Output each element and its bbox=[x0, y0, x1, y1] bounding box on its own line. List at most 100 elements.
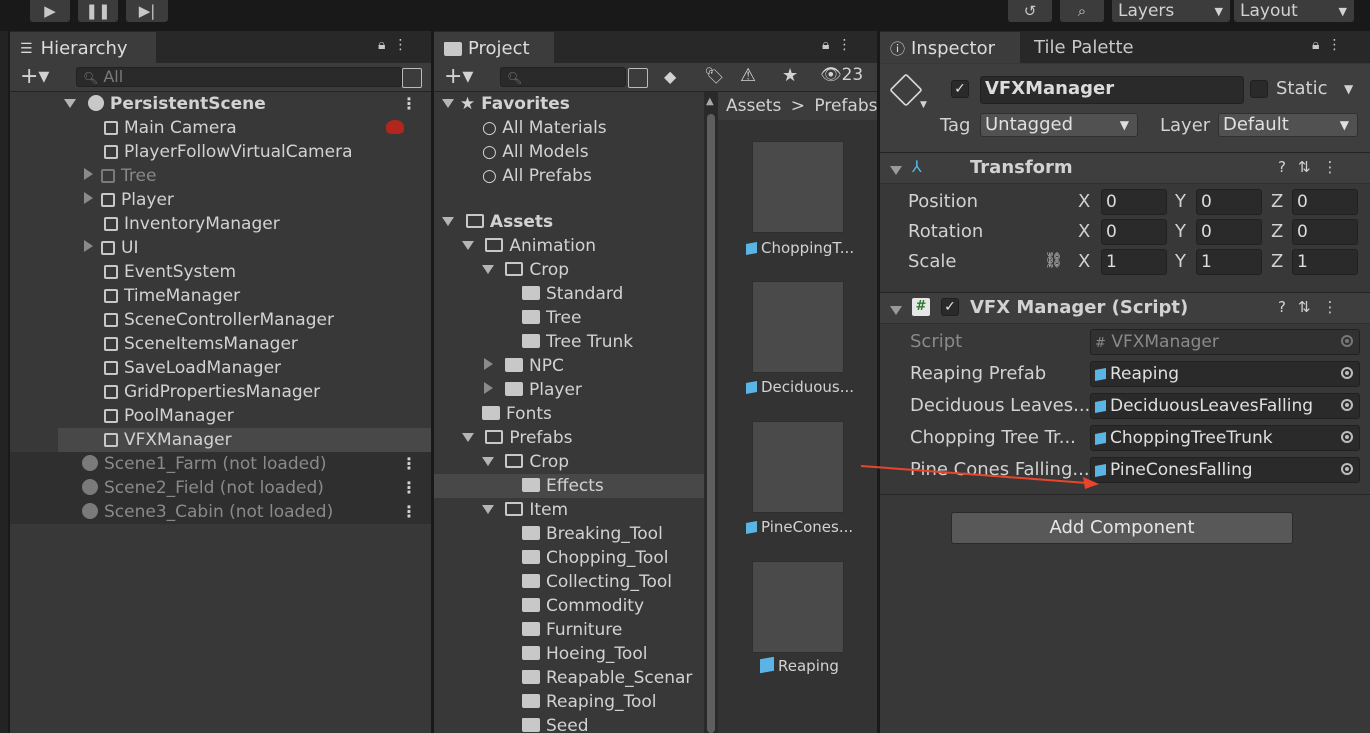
tree-item[interactable]: Player bbox=[434, 378, 704, 402]
asset-label[interactable]: PineCones... bbox=[746, 518, 876, 536]
add-icon[interactable]: +▾ bbox=[444, 64, 473, 89]
hierarchy-item[interactable]: EventSystem bbox=[10, 260, 431, 284]
rotation-z-input[interactable]: 0 bbox=[1292, 219, 1358, 245]
scale-z-input[interactable]: 1 bbox=[1292, 249, 1358, 275]
hierarchy-item[interactable]: SaveLoadManager bbox=[10, 356, 431, 380]
hierarchy-item[interactable]: TimeManager bbox=[10, 284, 431, 308]
hierarchy-item[interactable]: PoolManager bbox=[10, 404, 431, 428]
expand-arrow-icon[interactable] bbox=[482, 505, 494, 514]
lock-menu-icons[interactable]: 🔒︎⋮ bbox=[1312, 37, 1349, 53]
scrollbar-thumb[interactable] bbox=[707, 114, 715, 733]
expand-arrow-icon[interactable] bbox=[482, 457, 494, 466]
filter-type-icon[interactable]: ◆ bbox=[664, 67, 676, 86]
tree-item[interactable]: Crop bbox=[434, 450, 704, 474]
gameobject-icon[interactable] bbox=[889, 73, 923, 107]
tag-dropdown[interactable]: Untagged ▼ bbox=[980, 113, 1138, 137]
component-enabled-checkbox[interactable]: ✓ bbox=[941, 298, 959, 316]
hierarchy-item[interactable]: Player bbox=[10, 188, 431, 212]
scale-y-input[interactable]: 1 bbox=[1196, 249, 1262, 275]
script-header[interactable]: # ✓ VFX Manager (Script) ?⇅⋮ bbox=[880, 292, 1370, 324]
tree-item[interactable]: ○ All Prefabs bbox=[434, 164, 704, 188]
step-button[interactable]: ▶| bbox=[126, 0, 168, 22]
scene-row-persistent[interactable]: PersistentScene ⋮ bbox=[10, 92, 431, 116]
add-component-button[interactable]: Add Component bbox=[951, 512, 1293, 544]
rotation-x-input[interactable]: 0 bbox=[1101, 219, 1167, 245]
tree-item[interactable]: Animation bbox=[434, 234, 704, 258]
lock-menu-icons[interactable]: 🔒︎⋮ bbox=[822, 37, 859, 53]
expand-arrow-icon[interactable] bbox=[462, 433, 474, 442]
collapse-arrow-icon[interactable] bbox=[890, 301, 902, 321]
tree-item[interactable]: Collecting_Tool bbox=[434, 570, 704, 594]
tree-item[interactable]: Seed bbox=[434, 714, 704, 733]
visibility-count[interactable]: 👁︎23 bbox=[820, 65, 863, 85]
active-checkbox[interactable]: ✓ bbox=[951, 80, 969, 98]
tree-item[interactable]: Hoeing_Tool bbox=[434, 642, 704, 666]
tab-tile-palette[interactable]: Tile Palette bbox=[1020, 32, 1134, 63]
breadcrumb-assets[interactable]: Assets bbox=[726, 96, 781, 116]
scene-picker-icon[interactable] bbox=[402, 68, 422, 88]
expand-arrow-icon[interactable] bbox=[64, 99, 76, 108]
asset-label[interactable]: ChoppingT... bbox=[746, 239, 876, 257]
search-icon[interactable]: ⌕ bbox=[1060, 0, 1104, 22]
expand-arrow-icon[interactable] bbox=[484, 358, 493, 370]
breadcrumb-prefabs[interactable]: Prefabs bbox=[814, 96, 877, 116]
asset-label[interactable]: Deciduous... bbox=[746, 378, 876, 396]
play-button[interactable]: ▶ bbox=[30, 0, 70, 22]
tree-item[interactable]: Fonts bbox=[434, 402, 704, 426]
pine-cones-field[interactable]: PineConesFalling bbox=[1090, 457, 1360, 483]
layers-dropdown[interactable]: Layers ▼ bbox=[1112, 0, 1230, 22]
object-picker-icon[interactable] bbox=[1341, 431, 1353, 443]
chevron-down-icon[interactable]: ▼ bbox=[920, 100, 927, 110]
object-picker-icon[interactable] bbox=[1341, 367, 1353, 379]
tree-item[interactable]: Furniture bbox=[434, 618, 704, 642]
hierarchy-item[interactable]: Main Camera bbox=[10, 116, 431, 140]
reaping-prefab-field[interactable]: Reaping bbox=[1090, 361, 1360, 387]
tree-item[interactable]: Commodity bbox=[434, 594, 704, 618]
warning-icon[interactable]: ⚠︎ bbox=[740, 65, 756, 86]
hierarchy-search-input[interactable]: 🔍︎ All bbox=[76, 67, 402, 87]
hierarchy-item[interactable]: UI bbox=[10, 236, 431, 260]
tab-hierarchy[interactable]: ☰ Hierarchy bbox=[10, 32, 156, 63]
hierarchy-item-selected[interactable]: VFXManager bbox=[58, 428, 431, 452]
lock-menu-icons[interactable]: 🔒︎⋮ bbox=[378, 37, 415, 53]
collapse-arrow-icon[interactable] bbox=[890, 161, 902, 181]
tree-favorites[interactable]: ★ Favorites bbox=[434, 92, 704, 116]
pause-button[interactable]: ❚❚ bbox=[78, 0, 118, 22]
tree-item[interactable]: Standard bbox=[434, 282, 704, 306]
layout-dropdown[interactable]: Layout ▼ bbox=[1234, 0, 1354, 22]
link-icon[interactable]: ⛓︎ bbox=[1044, 251, 1063, 269]
tree-item[interactable]: Chopping_Tool bbox=[434, 546, 704, 570]
more-icon[interactable]: ⋮ bbox=[401, 500, 417, 524]
expand-arrow-icon[interactable] bbox=[84, 240, 93, 252]
more-icon[interactable]: ⋮ bbox=[401, 92, 417, 116]
hierarchy-item[interactable]: SceneItemsManager bbox=[10, 332, 431, 356]
tree-item[interactable]: Tree Trunk bbox=[434, 330, 704, 354]
scale-x-input[interactable]: 1 bbox=[1101, 249, 1167, 275]
filter-label-icon[interactable]: 🏷︎ bbox=[704, 66, 724, 85]
asset-thumbnail[interactable] bbox=[752, 281, 844, 373]
tree-item[interactable]: ○ All Models bbox=[434, 140, 704, 164]
asset-label[interactable]: Reaping bbox=[760, 657, 890, 675]
tree-assets[interactable]: Assets bbox=[434, 210, 704, 234]
tab-inspector[interactable]: ⓘ Inspector bbox=[880, 32, 1020, 63]
expand-arrow-icon[interactable] bbox=[442, 217, 454, 226]
scene-row-unloaded[interactable]: Scene1_Farm (not loaded) ⋮ bbox=[10, 452, 431, 476]
hierarchy-item[interactable]: InventoryManager bbox=[10, 212, 431, 236]
hierarchy-item[interactable]: Tree bbox=[10, 164, 431, 188]
object-picker-icon[interactable] bbox=[1341, 463, 1353, 475]
rotation-y-input[interactable]: 0 bbox=[1196, 219, 1262, 245]
chevron-down-icon[interactable]: ▼ bbox=[1344, 82, 1353, 96]
project-search-input[interactable]: 🔍︎ bbox=[500, 67, 626, 87]
expand-arrow-icon[interactable] bbox=[462, 241, 474, 250]
tree-scrollbar[interactable]: ▲ bbox=[704, 92, 718, 733]
more-icon[interactable]: ⋮ bbox=[401, 476, 417, 500]
deciduous-leaves-field[interactable]: DeciduousLeavesFalling bbox=[1090, 393, 1360, 419]
object-name-field[interactable]: VFXManager bbox=[980, 76, 1244, 104]
add-icon[interactable]: +▾ bbox=[20, 64, 49, 89]
transform-header[interactable]: ⅄ Transform ?⇅⋮ bbox=[880, 152, 1370, 184]
tab-project[interactable]: Project bbox=[434, 32, 554, 63]
expand-arrow-icon[interactable] bbox=[484, 382, 493, 394]
tree-item[interactable]: Item bbox=[434, 498, 704, 522]
chopping-tree-field[interactable]: ChoppingTreeTrunk bbox=[1090, 425, 1360, 451]
tree-item[interactable]: NPC bbox=[434, 354, 704, 378]
